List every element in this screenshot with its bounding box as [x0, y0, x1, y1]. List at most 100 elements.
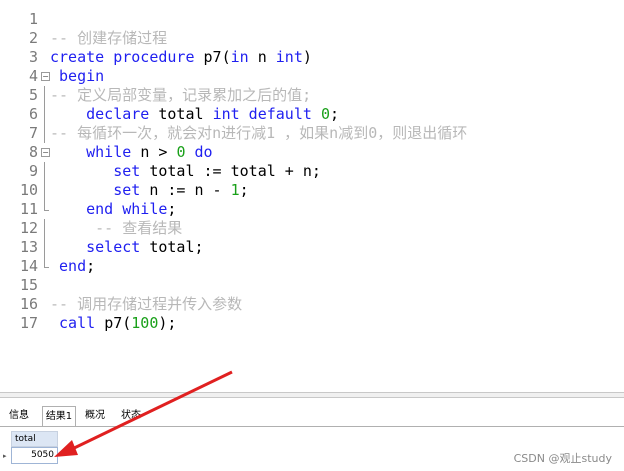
- sql-text: p7(: [203, 48, 231, 66]
- result-tabs: 信息 结果1 概况 状态: [0, 406, 624, 426]
- line-number: 12: [19, 219, 38, 237]
- code-line[interactable]: 6 declare total int default 0;: [0, 105, 624, 124]
- sql-comment: -- 定义局部变量，记录累加之后的值;: [50, 86, 312, 104]
- line-number: 14: [19, 257, 38, 275]
- line-number: 15: [19, 276, 38, 294]
- sql-keyword: int default: [212, 105, 321, 123]
- code-line[interactable]: 11 end while;: [0, 200, 624, 219]
- sql-keyword: create procedure: [50, 48, 204, 66]
- code-text: end;: [50, 257, 95, 276]
- sql-text: n: [248, 48, 276, 66]
- sql-keyword: select: [50, 238, 150, 256]
- result-cell[interactable]: 5050: [11, 447, 58, 464]
- result-column-header[interactable]: total: [11, 431, 58, 447]
- fold-toggle-icon[interactable]: −: [41, 148, 50, 157]
- code-text: set total := total + n;: [50, 162, 321, 181]
- code-text: set n := n - 1;: [50, 181, 249, 200]
- sql-keyword: declare: [50, 105, 159, 123]
- code-text: call p7(100);: [50, 314, 176, 333]
- code-line[interactable]: 1: [0, 10, 624, 29]
- sql-editor[interactable]: 1 2 -- 创建存储过程 3 create procedure p7(in n int…: [0, 0, 624, 392]
- sql-comment: -- 调用存储过程并传入参数: [50, 295, 243, 313]
- code-line[interactable]: 9 set total := total + n;: [0, 162, 624, 181]
- sql-keyword: end: [50, 257, 87, 275]
- fold-toggle-icon[interactable]: −: [41, 72, 50, 81]
- fold-end-marker: [44, 257, 49, 268]
- code-line[interactable]: 15: [0, 276, 624, 295]
- code-line[interactable]: 8− while n > 0 do: [0, 143, 624, 162]
- sql-text: total := total + n;: [149, 162, 321, 180]
- code-text: end while;: [50, 200, 176, 219]
- tab-result1[interactable]: 结果1: [42, 406, 76, 426]
- sql-text: );: [158, 314, 177, 332]
- sql-keyword: do: [185, 143, 213, 161]
- sql-comment: -- 创建存储过程: [50, 29, 168, 47]
- code-text: create procedure p7(in n int): [50, 48, 312, 67]
- fold-guide: [44, 162, 45, 181]
- code-line[interactable]: 14 end;: [0, 257, 624, 276]
- code-line[interactable]: 2 -- 创建存储过程: [0, 29, 624, 48]
- watermark: CSDN @观止study: [513, 452, 612, 465]
- code-line[interactable]: 13 select total;: [0, 238, 624, 257]
- panel-splitter[interactable]: [0, 392, 624, 398]
- sql-text: ;: [86, 257, 96, 275]
- line-number: 10: [19, 181, 38, 199]
- tab-profile[interactable]: 概况: [82, 406, 108, 426]
- sql-text: n := n -: [149, 181, 231, 199]
- code-text: while n > 0 do: [50, 143, 213, 162]
- line-number: 1: [28, 10, 38, 28]
- line-number: 17: [19, 314, 38, 332]
- line-number: 9: [28, 162, 38, 180]
- sql-text: total;: [149, 238, 204, 256]
- fold-guide: [44, 238, 45, 257]
- fold-guide: [44, 105, 45, 124]
- code-line[interactable]: 10 set n := n - 1;: [0, 181, 624, 200]
- line-number: 5: [28, 86, 38, 104]
- fold-guide: [44, 219, 45, 238]
- sql-comment: -- 查看结果: [50, 219, 183, 237]
- line-number: 7: [28, 124, 38, 142]
- sql-keyword: begin: [50, 67, 105, 85]
- sql-text: ;: [167, 200, 177, 218]
- code-line[interactable]: 12 -- 查看结果: [0, 219, 624, 238]
- sql-text: ;: [239, 181, 249, 199]
- code-text: select total;: [50, 238, 204, 257]
- code-text: -- 查看结果: [50, 219, 182, 238]
- code-text: -- 创建存储过程: [50, 29, 167, 48]
- code-line[interactable]: 5 -- 定义局部变量，记录累加之后的值;: [0, 86, 624, 105]
- line-number: 13: [19, 238, 38, 256]
- tab-underline: [0, 426, 624, 427]
- tab-info[interactable]: 信息: [6, 406, 32, 426]
- line-number: 6: [28, 105, 38, 123]
- sql-number: 1: [230, 181, 240, 199]
- code-text: begin: [50, 67, 104, 86]
- sql-keyword: in: [230, 48, 249, 66]
- row-indicator-icon: ▸: [3, 452, 7, 460]
- code-text: -- 每循环一次，就会对n进行减1 ，如果n减到0，则退出循环: [50, 124, 467, 143]
- sql-number: 0: [320, 105, 330, 123]
- sql-text: ): [302, 48, 312, 66]
- sql-keyword: int: [275, 48, 303, 66]
- code-line[interactable]: 4− begin: [0, 67, 624, 86]
- code-line[interactable]: 16 -- 调用存储过程并传入参数: [0, 295, 624, 314]
- line-number: 3: [28, 48, 38, 66]
- code-line[interactable]: 3 create procedure p7(in n int): [0, 48, 624, 67]
- line-number: 2: [28, 29, 38, 47]
- sql-text: total: [158, 105, 213, 123]
- line-number: 11: [19, 200, 38, 218]
- tab-status[interactable]: 状态: [118, 406, 144, 426]
- code-line[interactable]: 7 -- 每循环一次，就会对n进行减1 ，如果n减到0，则退出循环: [0, 124, 624, 143]
- sql-number: 100: [131, 314, 159, 332]
- fold-guide: [44, 124, 45, 143]
- sql-keyword: set: [50, 181, 150, 199]
- sql-text: ;: [329, 105, 339, 123]
- fold-end-marker: [44, 200, 49, 211]
- code-text: declare total int default 0;: [50, 105, 339, 124]
- code-text: -- 定义局部变量，记录累加之后的值;: [50, 86, 311, 105]
- sql-keyword: end while: [50, 200, 168, 218]
- sql-keyword: call: [50, 314, 105, 332]
- code-line[interactable]: 17 call p7(100);: [0, 314, 624, 333]
- fold-guide: [44, 181, 45, 200]
- fold-guide: [44, 86, 45, 105]
- sql-keyword: set: [50, 162, 150, 180]
